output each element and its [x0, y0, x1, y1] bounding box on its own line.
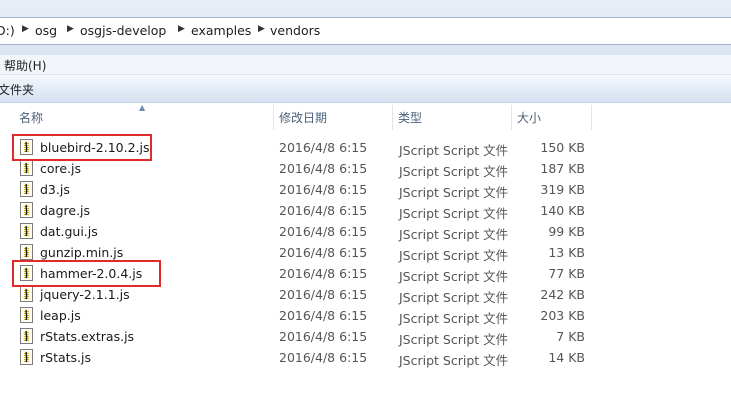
breadcrumb-vendors[interactable]: vendors — [270, 23, 320, 38]
file-size: 187 KB — [540, 161, 585, 176]
file-row[interactable]: rStats.extras.js 2016/4/8 6:15 JScript Scr… — [0, 326, 731, 347]
file-row[interactable]: rStats.js 2016/4/8 6:15 JScript Script 文件 1… — [0, 347, 731, 368]
file-name[interactable]: rStats.extras.js — [40, 329, 134, 344]
file-name[interactable]: d3.js — [40, 182, 70, 197]
jscript-file-icon — [20, 244, 33, 260]
file-name[interactable]: dagre.js — [40, 203, 90, 218]
file-row[interactable]: core.js 2016/4/8 6:15 JScript Script 文件 187… — [0, 158, 731, 179]
file-row[interactable]: jquery-2.1.1.js 2016/4/8 6:15 JScript Scri… — [0, 284, 731, 305]
file-size: 77 KB — [548, 266, 585, 281]
file-name[interactable]: jquery-2.1.1.js — [40, 287, 130, 302]
highlight-annotation-box — [12, 134, 152, 161]
file-size: 14 KB — [548, 350, 585, 365]
file-type: JScript Script 文件 — [399, 311, 509, 326]
file-name[interactable]: gunzip.min.js — [40, 245, 123, 260]
triangle-right-icon[interactable]: ▶ — [67, 24, 74, 34]
column-divider[interactable] — [591, 105, 592, 130]
file-row[interactable]: leap.js 2016/4/8 6:15 JScript Script 文件 203… — [0, 305, 731, 326]
breadcrumb-osg[interactable]: osg — [35, 23, 57, 38]
jscript-file-icon — [20, 328, 33, 344]
file-size: 99 KB — [548, 224, 585, 239]
highlight-annotation-box — [12, 260, 161, 287]
file-type: JScript Script 文件 — [399, 332, 509, 347]
file-name[interactable]: leap.js — [40, 308, 81, 323]
file-date: 2016/4/8 6:15 — [279, 140, 368, 155]
triangle-right-icon[interactable]: ▶ — [22, 24, 29, 34]
file-row[interactable]: dagre.js 2016/4/8 6:15 JScript Script 文件 14… — [0, 200, 731, 221]
file-row[interactable]: d3.js 2016/4/8 6:15 JScript Script 文件 319 K… — [0, 179, 731, 200]
file-type: JScript Script 文件 — [399, 227, 509, 242]
file-size: 13 KB — [548, 245, 585, 260]
file-size: 203 KB — [540, 308, 585, 323]
file-date: 2016/4/8 6:15 — [279, 182, 368, 197]
file-type: JScript Script 文件 — [399, 248, 509, 263]
menu-help[interactable]: 帮助(H) — [4, 57, 46, 74]
jscript-file-icon — [20, 160, 33, 176]
file-name[interactable]: rStats.js — [40, 350, 91, 365]
file-name[interactable]: dat.gui.js — [40, 224, 98, 239]
file-size: 140 KB — [540, 203, 585, 218]
triangle-right-icon[interactable]: ▶ — [258, 24, 265, 34]
file-type: JScript Script 文件 — [399, 269, 509, 284]
column-header: ▲ 名称 修改日期 类型 大小 — [0, 103, 731, 130]
file-type: JScript Script 文件 — [399, 353, 509, 368]
breadcrumb-examples[interactable]: examples — [191, 23, 251, 38]
column-header-size[interactable]: 大小 — [511, 103, 591, 130]
toolbar: 文件夹 — [0, 75, 731, 103]
jscript-file-icon — [20, 307, 33, 323]
triangle-right-icon[interactable]: ▶ — [178, 24, 185, 34]
file-date: 2016/4/8 6:15 — [279, 245, 368, 260]
file-date: 2016/4/8 6:15 — [279, 350, 368, 365]
address-bar-area: D:) ▶ osg ▶ osgjs-develop ▶ examples ▶ v… — [0, 0, 731, 55]
menu-bar: 帮助(H) — [0, 55, 731, 75]
jscript-file-icon — [20, 223, 33, 239]
file-size: 242 KB — [540, 287, 585, 302]
file-type: JScript Script 文件 — [399, 290, 509, 305]
jscript-file-icon — [20, 286, 33, 302]
file-date: 2016/4/8 6:15 — [279, 308, 368, 323]
file-date: 2016/4/8 6:15 — [279, 266, 368, 281]
file-size: 7 KB — [556, 329, 585, 344]
file-type: JScript Script 文件 — [399, 143, 509, 158]
jscript-file-icon — [20, 202, 33, 218]
file-type: JScript Script 文件 — [399, 164, 509, 179]
column-header-type[interactable]: 类型 — [392, 103, 511, 130]
file-date: 2016/4/8 6:15 — [279, 224, 368, 239]
file-date: 2016/4/8 6:15 — [279, 287, 368, 302]
toolbar-folder-button[interactable]: 文件夹 — [0, 81, 34, 98]
breadcrumb-osgjs-develop[interactable]: osgjs-develop — [80, 23, 166, 38]
file-size: 150 KB — [540, 140, 585, 155]
jscript-file-icon — [20, 349, 33, 365]
file-type: JScript Script 文件 — [399, 185, 509, 200]
column-header-name[interactable]: 名称 — [13, 103, 273, 130]
file-size: 319 KB — [540, 182, 585, 197]
address-bar[interactable]: D:) ▶ osg ▶ osgjs-develop ▶ examples ▶ v… — [0, 17, 731, 45]
jscript-file-icon — [20, 181, 33, 197]
file-name[interactable]: core.js — [40, 161, 81, 176]
column-header-date[interactable]: 修改日期 — [273, 103, 392, 130]
file-type: JScript Script 文件 — [399, 206, 509, 221]
file-date: 2016/4/8 6:15 — [279, 161, 368, 176]
file-date: 2016/4/8 6:15 — [279, 203, 368, 218]
breadcrumb-drive[interactable]: D:) — [0, 23, 15, 38]
file-row[interactable]: dat.gui.js 2016/4/8 6:15 JScript Script 文件… — [0, 221, 731, 242]
file-date: 2016/4/8 6:15 — [279, 329, 368, 344]
